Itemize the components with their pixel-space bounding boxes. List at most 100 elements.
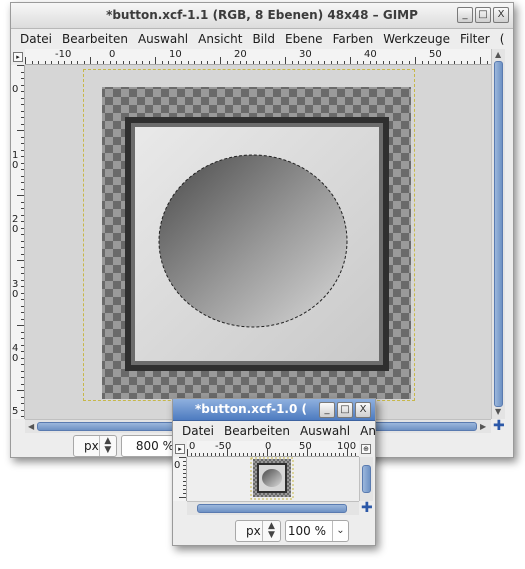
- ruler-tick: [57, 61, 59, 64]
- ruler-tick: [179, 497, 186, 498]
- menu-bild[interactable]: Bild: [247, 29, 280, 49]
- hruler-label: 20: [234, 49, 247, 60]
- zoom-fit-icon[interactable]: ⊕: [361, 444, 371, 454]
- scroll-right-arrow[interactable]: ▶: [480, 423, 486, 431]
- vertical-scrollbar[interactable]: ▲ ▼: [491, 49, 505, 419]
- horizontal-ruler[interactable]: -10 0 10 20 30 40 50: [25, 49, 491, 65]
- second-image-window: *button.xcf-1.0 ( _ □ X Datei Bearbeiten…: [172, 398, 376, 546]
- image-canvas[interactable]: [25, 65, 491, 419]
- menu-overflow[interactable]: (: [495, 29, 510, 49]
- ruler-tick: [319, 453, 320, 456]
- vruler-label: 1 0: [12, 150, 19, 171]
- ruler-tick: [38, 61, 39, 64]
- maximize-button[interactable]: □: [337, 402, 353, 418]
- image-render: [250, 457, 294, 500]
- ruler-tick: [21, 78, 24, 79]
- ruler-tick: [21, 292, 24, 294]
- ruler-tick: [295, 453, 296, 456]
- horizontal-scroll-thumb[interactable]: [197, 504, 347, 513]
- menu-ansicht[interactable]: Ansicht: [193, 29, 247, 49]
- ruler-tick: [298, 61, 299, 64]
- ruler-tick: [183, 473, 186, 474]
- ruler-tick: [327, 453, 328, 456]
- spin-updown-icon[interactable]: ▲ ▼: [98, 436, 116, 456]
- zoom-selector[interactable]: 100 % ⌄: [285, 520, 349, 542]
- image-canvas[interactable]: [187, 457, 359, 501]
- ruler-tick: [307, 449, 308, 456]
- scroll-down-arrow[interactable]: ▼: [495, 408, 501, 416]
- ruler-tick: [376, 61, 377, 64]
- close-button[interactable]: X: [355, 402, 371, 418]
- ruler-tick: [21, 247, 24, 248]
- zoom-value: 100 %: [287, 524, 326, 538]
- ruler-tick: [252, 61, 254, 64]
- menu-datei[interactable]: Datei: [15, 29, 57, 49]
- ruler-tick: [21, 188, 24, 190]
- vertical-scroll-thumb[interactable]: [362, 465, 371, 493]
- quick-mask-icon[interactable]: ▸: [175, 444, 185, 454]
- vertical-ruler[interactable]: 0 1 0 2 0 3 0 4 0 5: [11, 65, 25, 419]
- menu-werkzeuge[interactable]: Werkzeuge: [378, 29, 455, 49]
- ruler-tick: [25, 57, 26, 64]
- ruler-tick: [239, 453, 240, 456]
- menu-ansicht[interactable]: An: [355, 421, 375, 441]
- menu-filter[interactable]: Filter: [455, 29, 495, 49]
- ruler-tick: [291, 61, 293, 64]
- horizontal-ruler[interactable]: 0 -50 0 50 100: [187, 441, 359, 457]
- horizontal-scrollbar[interactable]: [187, 501, 359, 515]
- ruler-tick: [259, 61, 260, 64]
- ruler-tick: [17, 65, 24, 66]
- ruler-tick: [21, 227, 24, 229]
- scroll-left-arrow[interactable]: ◀: [28, 423, 34, 431]
- title-bar[interactable]: *button.xcf-1.1 (RGB, 8 Ebenen) 48x48 – …: [11, 3, 513, 29]
- ruler-tick: [339, 453, 340, 456]
- ruler-tick: [199, 453, 200, 456]
- minimize-button[interactable]: _: [319, 402, 335, 418]
- spin-updown-icon[interactable]: ▲ ▼: [262, 521, 280, 541]
- ruler-tick: [21, 104, 24, 105]
- quick-mask-icon[interactable]: ▸: [13, 52, 23, 62]
- ruler-tick: [148, 61, 150, 64]
- ruler-tick: [246, 61, 247, 64]
- ruler-tick: [283, 453, 284, 456]
- close-button[interactable]: X: [493, 7, 509, 23]
- ruler-tick: [337, 61, 338, 64]
- ruler-tick: [21, 305, 24, 307]
- ruler-tick: [21, 214, 24, 216]
- minimize-button[interactable]: _: [457, 7, 473, 23]
- vertical-scrollbar[interactable]: [359, 457, 373, 501]
- vertical-scroll-thumb[interactable]: [494, 61, 503, 407]
- ruler-tick: [21, 84, 24, 86]
- vertical-ruler[interactable]: 0: [173, 457, 187, 501]
- ruler-tick: [275, 453, 276, 456]
- menu-bearbeiten[interactable]: Bearbeiten: [57, 29, 133, 49]
- scroll-up-arrow[interactable]: ▲: [495, 51, 501, 59]
- ruler-tick: [183, 485, 186, 486]
- navigate-cross-icon[interactable]: ✚: [493, 419, 505, 433]
- menu-auswahl[interactable]: Auswahl: [133, 29, 193, 49]
- unit-selector[interactable]: px ▲ ▼: [235, 520, 281, 542]
- maximize-button[interactable]: □: [475, 7, 491, 23]
- ruler-tick: [64, 61, 65, 64]
- main-image-window: *button.xcf-1.1 (RGB, 8 Ebenen) 48x48 – …: [10, 2, 514, 458]
- menu-datei[interactable]: Datei: [177, 421, 219, 441]
- unit-selector[interactable]: px ▲ ▼: [73, 435, 117, 457]
- ruler-tick: [90, 57, 91, 64]
- ruler-tick: [315, 453, 316, 456]
- hruler-label: 10: [169, 49, 182, 60]
- navigate-cross-icon[interactable]: ✚: [361, 501, 373, 515]
- title-bar[interactable]: *button.xcf-1.0 ( _ □ X: [173, 399, 375, 421]
- ruler-tick: [21, 208, 24, 209]
- chevron-down-icon[interactable]: ⌄: [332, 521, 348, 541]
- ruler-tick: [460, 61, 462, 64]
- ruler-tick: [350, 57, 351, 64]
- ruler-tick: [369, 61, 371, 64]
- ruler-tick: [21, 416, 24, 417]
- menu-bearbeiten[interactable]: Bearbeiten: [219, 421, 295, 441]
- menu-farben[interactable]: Farben: [328, 29, 379, 49]
- ruler-tick: [21, 162, 24, 164]
- ruler-tick: [155, 57, 156, 64]
- ruler-tick: [447, 61, 449, 64]
- menu-ebene[interactable]: Ebene: [280, 29, 328, 49]
- menu-auswahl[interactable]: Auswahl: [295, 421, 355, 441]
